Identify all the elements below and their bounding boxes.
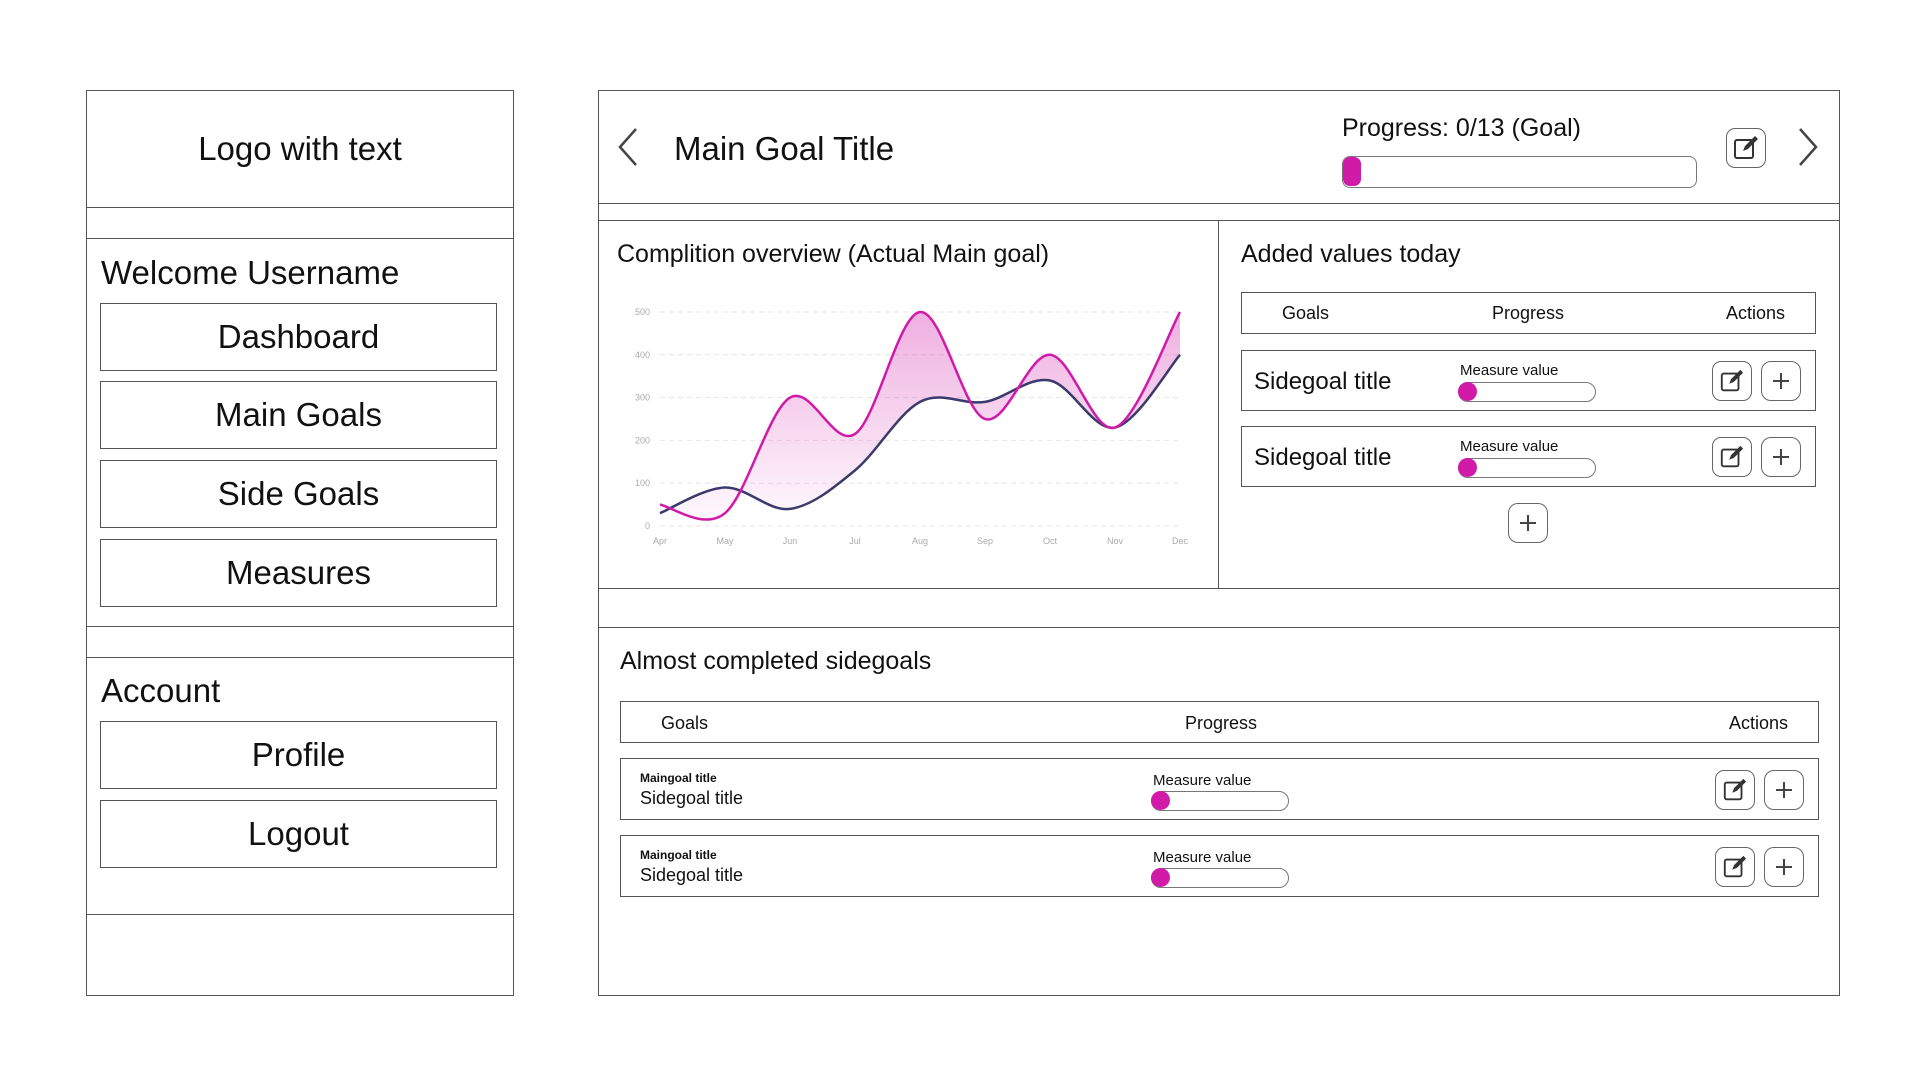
slider-thumb[interactable] bbox=[1458, 458, 1477, 477]
add-button[interactable] bbox=[1764, 770, 1804, 810]
maingoal-title: Maingoal title bbox=[640, 848, 717, 862]
add-button[interactable] bbox=[1761, 437, 1801, 477]
sidegoal-title: Sidegoal title bbox=[640, 788, 744, 808]
nav-side-goals-button[interactable]: Side Goals bbox=[100, 460, 497, 528]
column-header-goals: Goals bbox=[1282, 303, 1330, 323]
nav-dashboard-button[interactable]: Dashboard bbox=[100, 303, 497, 371]
measure-label: Measure value bbox=[1460, 362, 1559, 379]
overview-title: Complition overview (Actual Main goal) bbox=[617, 240, 1050, 268]
sidebar-divider bbox=[86, 238, 514, 239]
plus-icon bbox=[1520, 515, 1536, 531]
column-header-actions: Actions bbox=[1726, 303, 1786, 323]
column-header-progress: Progress bbox=[1185, 713, 1258, 733]
forward-button[interactable] bbox=[1788, 125, 1828, 169]
x-tick-label: Oct bbox=[1043, 536, 1058, 546]
nav-measures-button[interactable]: Measures bbox=[100, 539, 497, 607]
account-heading: Account bbox=[101, 672, 221, 709]
add-button[interactable] bbox=[1761, 361, 1801, 401]
measure-slider[interactable] bbox=[1458, 458, 1596, 478]
chevron-right-icon bbox=[1799, 128, 1818, 166]
add-button[interactable] bbox=[1764, 847, 1804, 887]
column-header-progress: Progress bbox=[1492, 303, 1565, 323]
edit-icon bbox=[1723, 855, 1747, 878]
x-tick-label: Aug bbox=[912, 536, 928, 546]
x-tick-label: Apr bbox=[653, 536, 667, 546]
nav-profile-button[interactable]: Profile bbox=[100, 721, 497, 789]
edit-icon bbox=[1720, 369, 1744, 392]
edit-button[interactable] bbox=[1715, 770, 1755, 810]
y-tick-label: 0 bbox=[645, 521, 650, 531]
panel-divider bbox=[1218, 220, 1219, 588]
plus-icon bbox=[1773, 373, 1789, 389]
maingoal-title: Maingoal title bbox=[640, 771, 717, 785]
x-tick-label: Jul bbox=[849, 536, 861, 546]
measure-label: Measure value bbox=[1153, 772, 1252, 789]
measure-slider[interactable] bbox=[1458, 382, 1596, 402]
completion-chart: 0 100 200 300 400 500 Apr May Jun Jul Aug Sep Oct Nov… bbox=[635, 307, 1189, 546]
column-header-goals: Goals bbox=[661, 713, 709, 733]
sidegoal-title: Sidegoal title bbox=[1254, 444, 1392, 471]
plus-icon bbox=[1773, 449, 1789, 465]
measure-slider[interactable] bbox=[1151, 791, 1289, 811]
chevron-left-icon bbox=[618, 128, 637, 166]
y-tick-label: 500 bbox=[635, 307, 650, 317]
edit-icon bbox=[1723, 778, 1747, 801]
sidegoal-title: Sidegoal title bbox=[640, 865, 744, 885]
x-tick-label: Dec bbox=[1172, 536, 1189, 546]
almost-title: Almost completed sidegoals bbox=[620, 647, 932, 675]
x-tick-label: Nov bbox=[1107, 536, 1124, 546]
section-divider bbox=[598, 627, 1840, 628]
edit-button[interactable] bbox=[1715, 847, 1755, 887]
added-today-title: Added values today bbox=[1241, 240, 1461, 268]
x-tick-label: May bbox=[716, 536, 734, 546]
nav-main-goals-button[interactable]: Main Goals bbox=[100, 381, 497, 449]
plus-icon bbox=[1776, 782, 1792, 798]
page-title: Main Goal Title bbox=[674, 130, 895, 167]
sidebar-divider bbox=[86, 207, 514, 208]
x-tick-label: Jun bbox=[783, 536, 798, 546]
sidebar-divider bbox=[86, 657, 514, 658]
plus-icon bbox=[1776, 859, 1792, 875]
x-tick-label: Sep bbox=[977, 536, 993, 546]
y-tick-label: 300 bbox=[635, 393, 650, 403]
add-value-button[interactable] bbox=[1508, 503, 1548, 543]
slider-thumb[interactable] bbox=[1458, 382, 1477, 401]
measure-label: Measure value bbox=[1460, 438, 1559, 455]
sidebar-divider bbox=[86, 626, 514, 627]
y-tick-label: 400 bbox=[635, 350, 650, 360]
edit-icon bbox=[1720, 445, 1744, 468]
back-button[interactable] bbox=[608, 125, 648, 169]
edit-button[interactable] bbox=[1712, 437, 1752, 477]
edit-button[interactable] bbox=[1712, 361, 1752, 401]
welcome-text: Welcome Username bbox=[101, 254, 400, 291]
measure-slider[interactable] bbox=[1151, 868, 1289, 888]
logo-text[interactable]: Logo with text bbox=[86, 130, 514, 168]
nav-logout-button[interactable]: Logout bbox=[100, 800, 497, 868]
progress-label: Progress: 0/13 (Goal) bbox=[1342, 114, 1581, 142]
y-tick-label: 100 bbox=[635, 478, 650, 488]
edit-icon bbox=[1734, 136, 1758, 159]
header-divider bbox=[598, 220, 1840, 221]
edit-goal-button[interactable] bbox=[1726, 128, 1766, 168]
measure-label: Measure value bbox=[1153, 849, 1252, 866]
y-tick-label: 200 bbox=[635, 435, 650, 445]
header-divider bbox=[598, 203, 1840, 204]
main-progress-bar bbox=[1342, 156, 1697, 188]
slider-thumb[interactable] bbox=[1151, 868, 1170, 887]
sidebar-divider bbox=[86, 914, 514, 915]
section-divider bbox=[598, 588, 1840, 589]
sidegoal-title: Sidegoal title bbox=[1254, 368, 1392, 395]
main-progress-fill bbox=[1343, 157, 1361, 186]
slider-thumb[interactable] bbox=[1151, 791, 1170, 810]
column-header-actions: Actions bbox=[1729, 713, 1789, 733]
